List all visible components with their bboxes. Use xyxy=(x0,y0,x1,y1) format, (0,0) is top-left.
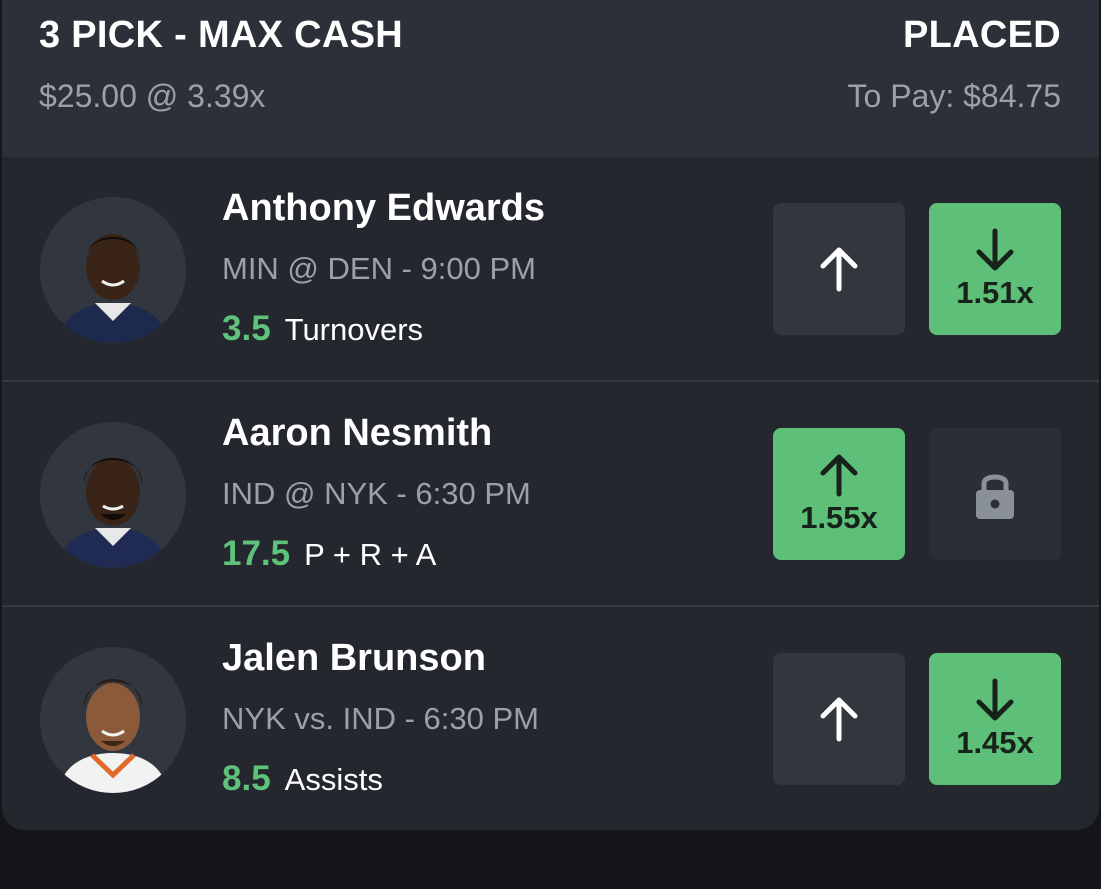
player-avatar xyxy=(40,422,186,568)
entry-title: 3 PICK - MAX CASH xyxy=(39,14,404,56)
higher-button[interactable] xyxy=(773,203,905,335)
prop-line: 17.5 P + R + A xyxy=(222,534,436,574)
pick-row: Jalen Brunson NYK vs. IND - 6:30 PM 8.5 A… xyxy=(2,607,1099,830)
arrow-up-icon xyxy=(820,454,858,497)
prop-line: 3.5 Turnovers xyxy=(222,309,423,349)
prop-line: 8.5 Assists xyxy=(222,759,383,799)
arrow-down-icon xyxy=(976,228,1014,271)
arrow-down-icon xyxy=(976,678,1014,721)
arrow-up-icon xyxy=(820,247,858,292)
stat-type: P + R + A xyxy=(304,537,437,572)
lower-button[interactable]: 1.51x xyxy=(929,203,1061,335)
multiplier-label: 1.45x xyxy=(956,725,1034,760)
multiplier-label: 1.51x xyxy=(956,275,1034,310)
pick-row: Anthony Edwards MIN @ DEN - 9:00 PM 3.5 T… xyxy=(2,157,1099,381)
game-matchup: MIN @ DEN - 9:00 PM xyxy=(222,251,536,286)
pick-card: 3 PICK - MAX CASH PLACED $25.00 @ 3.39x … xyxy=(2,0,1099,830)
player-photo-icon xyxy=(40,197,186,343)
lower-button-locked xyxy=(929,428,1061,560)
player-avatar xyxy=(40,647,186,793)
player-name: Jalen Brunson xyxy=(222,637,486,679)
lock-icon xyxy=(976,474,1014,519)
line-value: 3.5 xyxy=(222,309,271,348)
lower-button[interactable]: 1.45x xyxy=(929,653,1061,785)
line-value: 8.5 xyxy=(222,759,271,798)
multiplier-label: 1.55x xyxy=(800,500,878,535)
game-matchup: IND @ NYK - 6:30 PM xyxy=(222,476,531,511)
pick-row: Aaron Nesmith IND @ NYK - 6:30 PM 17.5 P … xyxy=(2,382,1099,606)
player-avatar xyxy=(40,197,186,343)
stat-type: Assists xyxy=(284,762,383,797)
player-photo-icon xyxy=(40,422,186,568)
stat-type: Turnovers xyxy=(284,312,424,347)
line-value: 17.5 xyxy=(222,534,291,573)
arrow-up-icon xyxy=(820,697,858,742)
higher-button[interactable] xyxy=(773,653,905,785)
player-name: Anthony Edwards xyxy=(222,187,546,229)
status-badge: PLACED xyxy=(902,14,1061,56)
game-matchup: NYK vs. IND - 6:30 PM xyxy=(222,701,539,736)
payout-amount: To Pay: $84.75 xyxy=(847,78,1061,114)
player-photo-icon xyxy=(40,647,186,793)
wager-amount: $25.00 @ 3.39x xyxy=(39,78,266,114)
card-header: 3 PICK - MAX CASH PLACED $25.00 @ 3.39x … xyxy=(2,0,1099,157)
player-name: Aaron Nesmith xyxy=(222,412,493,454)
higher-button[interactable]: 1.55x xyxy=(773,428,905,560)
